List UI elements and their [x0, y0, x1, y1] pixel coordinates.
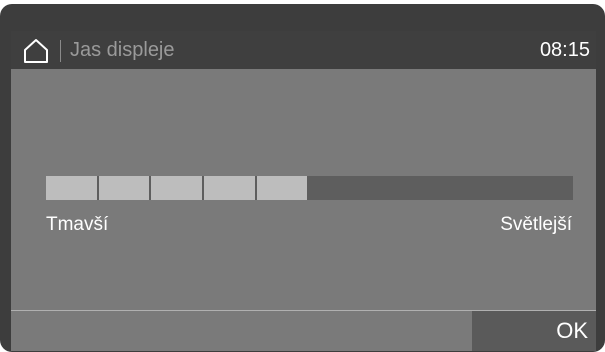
header-separator	[60, 40, 61, 62]
min-label: Tmavší	[46, 214, 109, 235]
display-screen: Jas displeje 08:15 Tmavší Světlejší OK	[11, 31, 596, 351]
brightness-segment	[46, 176, 97, 200]
clock: 08:15	[539, 39, 590, 61]
max-label: Světlejší	[500, 214, 572, 235]
ok-button[interactable]: OK	[472, 311, 596, 351]
header-bar: Jas displeje 08:15	[11, 31, 596, 69]
device-frame: Jas displeje 08:15 Tmavší Světlejší OK	[0, 4, 605, 352]
brightness-segment	[98, 176, 150, 200]
brightness-segment	[256, 176, 308, 200]
brightness-slider[interactable]	[46, 176, 573, 200]
brightness-segment	[151, 176, 203, 200]
page-title: Jas displeje	[70, 39, 175, 61]
brightness-segment	[204, 176, 255, 200]
home-icon[interactable]	[23, 38, 49, 64]
